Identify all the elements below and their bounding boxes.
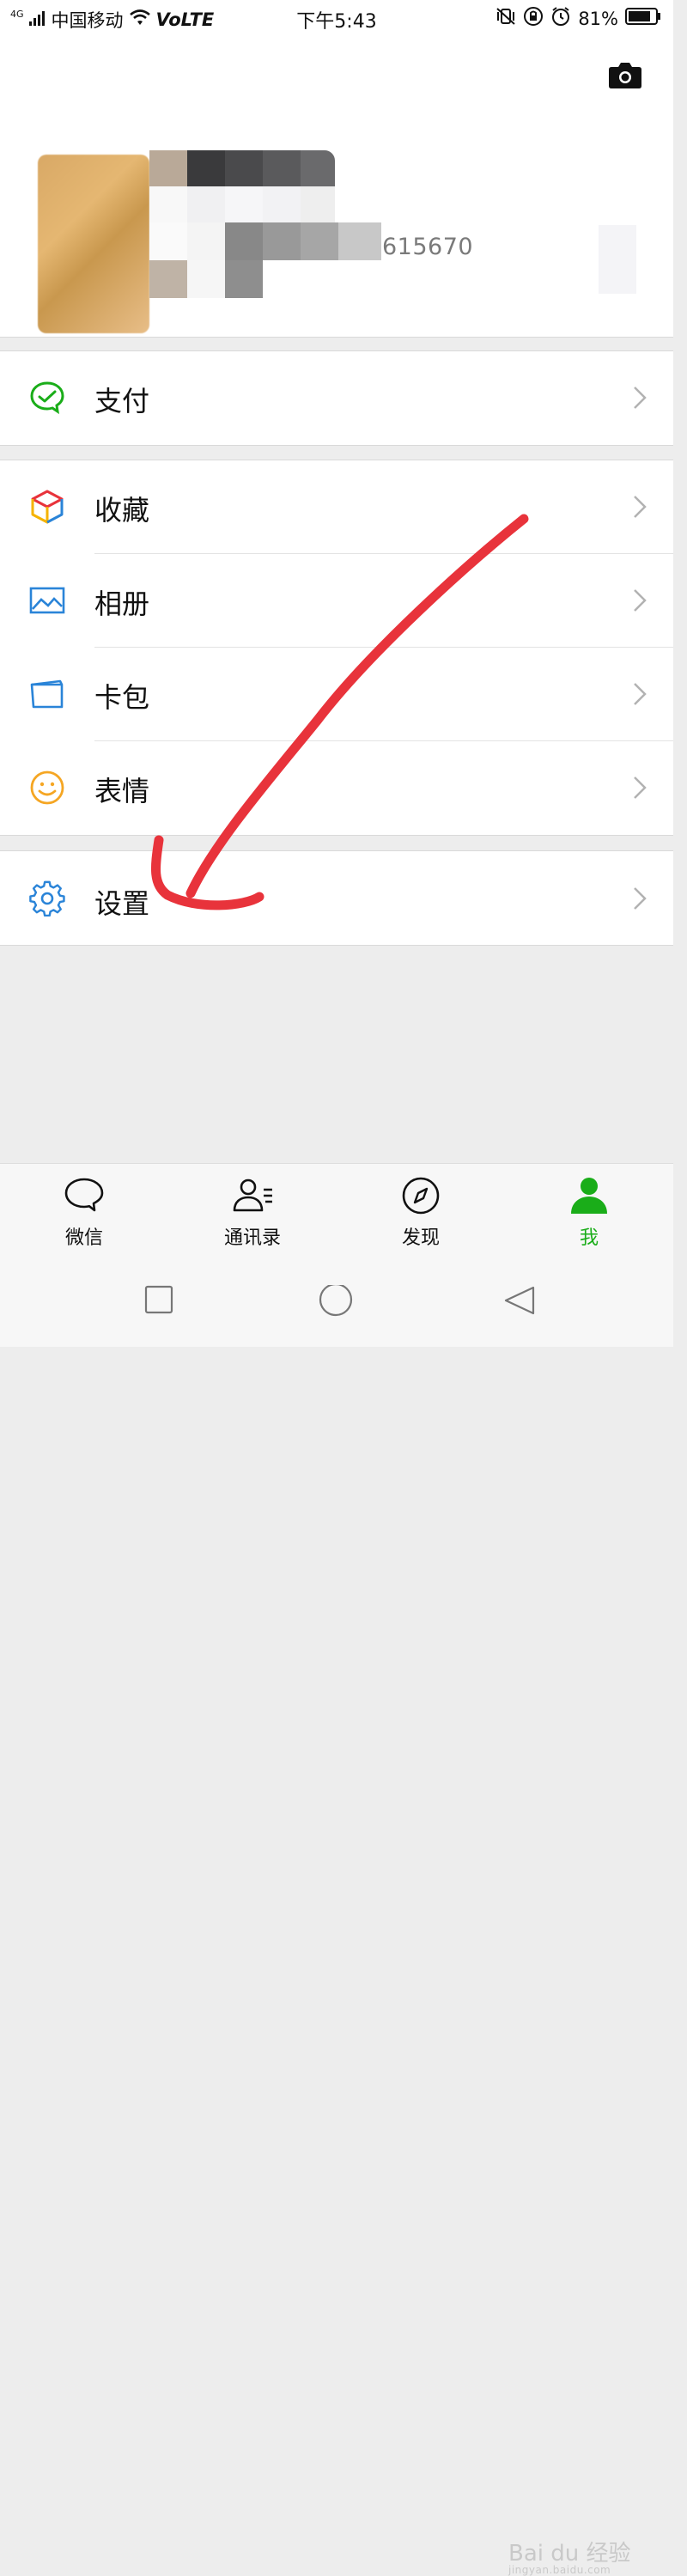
vibrate-off-icon — [495, 7, 516, 30]
wechat-pay-icon — [29, 380, 65, 416]
smiley-icon — [29, 770, 65, 806]
menu-label-favorites: 收藏 — [94, 494, 150, 527]
tools-section: 收藏 相册 卡包 表情 — [0, 460, 673, 836]
pay-section: 支付 — [0, 350, 673, 446]
menu-label-cards: 卡包 — [94, 681, 150, 714]
home-icon[interactable] — [319, 1282, 353, 1323]
chevron-right-icon — [632, 385, 647, 411]
bottom-tab-bar: 微信 通讯录 发现 我 — [0, 1163, 673, 1260]
cube-icon — [29, 489, 65, 525]
menu-item-cards[interactable]: 卡包 — [0, 648, 673, 741]
chevron-right-icon — [632, 494, 647, 520]
status-bar: 4G 中国移动 VoLTE 下午5:43 81% — [0, 0, 673, 34]
avatar[interactable] — [38, 155, 149, 333]
alarm-icon — [550, 6, 571, 31]
card-icon — [29, 676, 65, 712]
pixelated-name — [149, 150, 381, 335]
status-right: 81% — [495, 6, 661, 31]
menu-item-pay[interactable]: 支付 — [0, 351, 673, 445]
chevron-right-icon — [632, 775, 647, 801]
menu-label-album: 相册 — [94, 588, 150, 620]
back-icon[interactable] — [502, 1285, 537, 1319]
rotation-lock-icon — [523, 6, 544, 31]
chevron-right-icon — [632, 681, 647, 707]
chevron-right-icon — [632, 588, 647, 613]
menu-label-settings: 设置 — [94, 887, 150, 920]
tab-chats[interactable]: 微信 — [33, 1174, 136, 1250]
photo-icon — [29, 582, 65, 618]
menu-label-pay: 支付 — [94, 385, 150, 417]
gear-icon — [29, 880, 65, 917]
camera-icon[interactable] — [608, 60, 642, 89]
compass-icon — [399, 1174, 442, 1217]
tab-label-me: 我 — [579, 1227, 599, 1249]
baidu-watermark: Bai du 经验 jingyan.baidu.com — [508, 2536, 631, 2576]
contacts-icon — [231, 1174, 274, 1217]
menu-item-favorites[interactable]: 收藏 — [0, 460, 673, 554]
settings-section: 设置 — [0, 850, 673, 946]
wechat-id: 615670 — [382, 234, 474, 260]
tab-discover[interactable]: 发现 — [369, 1174, 472, 1250]
profile-header[interactable]: 615670 — [0, 34, 673, 338]
tab-label-contacts: 通讯录 — [223, 1227, 281, 1249]
recent-apps-icon[interactable] — [144, 1285, 173, 1318]
menu-item-album[interactable]: 相册 — [0, 554, 673, 648]
battery-level: 81% — [578, 8, 618, 29]
tab-contacts[interactable]: 通讯录 — [201, 1174, 304, 1250]
person-icon — [568, 1174, 611, 1217]
chevron-right-icon — [632, 886, 647, 911]
menu-item-settings[interactable]: 设置 — [0, 851, 673, 945]
watermark-text: Bai du 经验 — [508, 2541, 631, 2567]
menu-label-stickers: 表情 — [94, 775, 150, 807]
tab-label-discover: 发现 — [401, 1227, 440, 1249]
system-nav-bar: Bai du 经验 jingyan.baidu.com — [0, 1259, 673, 2576]
chat-icon — [63, 1174, 106, 1217]
menu-item-stickers[interactable]: 表情 — [0, 741, 673, 835]
battery-icon — [625, 7, 661, 30]
tab-me[interactable]: 我 — [538, 1174, 641, 1250]
tab-label-chats: 微信 — [64, 1227, 103, 1249]
profile-chevron-icon[interactable] — [599, 225, 636, 294]
